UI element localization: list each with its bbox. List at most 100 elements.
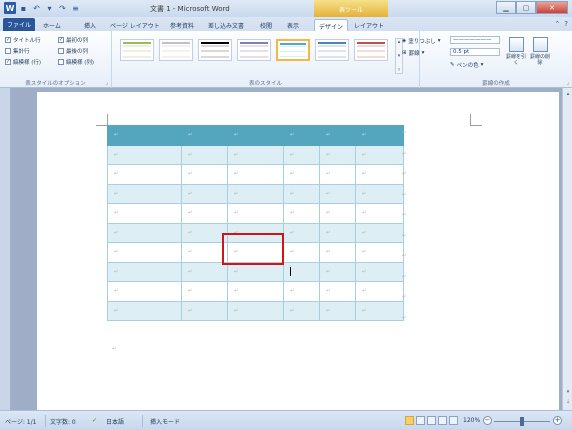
zoom-out-icon[interactable]: −	[483, 416, 492, 425]
table-cell[interactable]: ↵	[283, 222, 320, 243]
table-cell[interactable]: ↵	[355, 281, 404, 302]
scroll-down-icon[interactable]: ▾	[564, 388, 572, 396]
table-cell[interactable]: ↵	[319, 281, 356, 302]
undo-icon[interactable]: ↶	[31, 3, 42, 14]
tab-file[interactable]: ファイル	[3, 18, 36, 31]
dialog-launcher-icon[interactable]: ⌟	[567, 80, 569, 86]
help-icon[interactable]: ?	[564, 20, 568, 28]
table-cell[interactable]: ↵	[319, 222, 356, 243]
zoom-in-icon[interactable]: +	[553, 416, 562, 425]
table-cell[interactable]: ↵	[107, 261, 182, 282]
table-cell[interactable]: ↵	[283, 125, 320, 146]
table-cell[interactable]: ↵	[355, 300, 404, 321]
table-cell[interactable]: ↵	[319, 242, 356, 263]
web-layout-view-icon[interactable]	[427, 416, 436, 425]
table-cell[interactable]: ↵	[107, 203, 182, 224]
option-last-column[interactable]: 最後の列	[58, 47, 88, 55]
table-cell[interactable]: ↵	[319, 300, 356, 321]
table-cell[interactable]: ↵	[355, 125, 404, 146]
status-word-count[interactable]: 文字数: 0	[50, 417, 76, 426]
full-screen-view-icon[interactable]	[416, 416, 425, 425]
minimize-ribbon-icon[interactable]: ⌃	[554, 20, 560, 28]
outline-view-icon[interactable]	[438, 416, 447, 425]
table-cell[interactable]: ↵	[227, 203, 284, 224]
table-style-thumbnail[interactable]	[354, 39, 388, 61]
table-style-thumbnail[interactable]	[120, 39, 154, 61]
tab-page-layout[interactable]: ページ レイアウト	[106, 19, 164, 31]
scroll-up-icon[interactable]: ▴	[564, 90, 572, 98]
draw-table-button[interactable]: 罫線を引く	[506, 37, 526, 66]
table-cell[interactable]: ↵	[107, 183, 182, 204]
table-cell[interactable]: ↵	[181, 144, 228, 165]
zoom-level[interactable]: 120%	[463, 417, 480, 424]
table-cell[interactable]: ↵	[319, 164, 356, 185]
table-cell[interactable]: ↵	[227, 144, 284, 165]
table-cell[interactable]: ↵	[283, 281, 320, 302]
dialog-launcher-icon[interactable]: ⌟	[106, 80, 108, 86]
table-cell[interactable]: ↵	[355, 183, 404, 204]
table-cell[interactable]: ↵	[355, 222, 404, 243]
table-cell[interactable]: ↵	[107, 242, 182, 263]
table-cell[interactable]: ↵	[319, 183, 356, 204]
save-icon[interactable]: ▪	[18, 3, 29, 14]
gallery-up-icon[interactable]: ▴	[398, 39, 401, 45]
table-cell[interactable]: ↵	[355, 203, 404, 224]
table-cell[interactable]: ↵	[355, 261, 404, 282]
table-cell[interactable]: ↵	[181, 300, 228, 321]
option-first-column[interactable]: ✓ 最初の列	[58, 36, 88, 44]
table-cell[interactable]: ↵	[181, 281, 228, 302]
option-banded-rows[interactable]: ✓ 縞模様 (行)	[5, 58, 41, 66]
table-style-thumbnail[interactable]	[276, 39, 310, 61]
table-cell[interactable]: ↵	[283, 300, 320, 321]
table-cell[interactable]: ↵	[107, 300, 182, 321]
table-cell[interactable]: ↵	[181, 183, 228, 204]
table-cell[interactable]: ↵	[283, 164, 320, 185]
document-table[interactable]: ↵ ↵ ↵ ↵ ↵ ↵ ↵ ↵ ↵ ↵ ↵ ↵ ↵ ↵ ↵ ↵ ↵ ↵ ↵ ↵ ↵ ↵ ↵ ↵ ↵ ↵ ↵ ↵ ↵ ↵ ↵ ↵ ↵ ↵ ↵ ↵ ↵ ↵ ↵ ↵…	[107, 125, 404, 321]
tab-insert[interactable]: 挿入	[80, 19, 100, 31]
table-cell[interactable]	[283, 261, 320, 282]
table-cell[interactable]: ↵	[319, 125, 356, 146]
table-cell[interactable]: ↵	[107, 164, 182, 185]
table-cell[interactable]: ↵	[227, 164, 284, 185]
minimize-icon[interactable]: ▁	[496, 1, 516, 14]
table-cell[interactable]: ↵	[227, 183, 284, 204]
gallery-more-icon[interactable]: ▿	[398, 67, 401, 73]
table-cell[interactable]: ↵	[283, 242, 320, 263]
table-cell[interactable]: ↵	[107, 144, 182, 165]
redo-icon[interactable]: ↷	[57, 3, 68, 14]
status-insert-mode[interactable]: 挿入モード	[150, 417, 180, 426]
table-cell[interactable]: ↵	[227, 281, 284, 302]
table-cell[interactable]: ↵	[355, 242, 404, 263]
table-cell[interactable]: ↵	[181, 164, 228, 185]
word-app-icon[interactable]: W	[4, 2, 16, 14]
tab-references[interactable]: 参考資料	[166, 19, 198, 31]
table-style-thumbnail[interactable]	[159, 39, 193, 61]
draft-view-icon[interactable]	[449, 416, 458, 425]
proofing-icon[interactable]: ✓	[92, 417, 97, 424]
option-banded-columns[interactable]: 縞模様 (列)	[58, 58, 94, 66]
table-cell[interactable]: ↵	[319, 203, 356, 224]
maximize-icon[interactable]: ▢	[516, 1, 536, 14]
tab-review[interactable]: 校閲	[256, 19, 276, 31]
status-page[interactable]: ページ: 1/1	[5, 417, 36, 426]
table-cell[interactable]: ↵	[181, 242, 228, 263]
undo-dropdown-icon[interactable]: ▾	[44, 3, 55, 14]
pen-color-button[interactable]: ✎ ペンの色 ▾	[450, 61, 483, 69]
next-page-icon[interactable]: ⇣	[564, 398, 572, 406]
eraser-button[interactable]: 罫線の削除	[530, 37, 550, 66]
table-cell[interactable]: ↵	[181, 203, 228, 224]
tab-home[interactable]: ホーム	[39, 19, 65, 31]
gallery-down-icon[interactable]: ▾	[398, 53, 401, 59]
tab-view[interactable]: 表示	[283, 19, 303, 31]
table-style-thumbnail[interactable]	[198, 39, 232, 61]
pen-style-select[interactable]: ———————	[450, 36, 500, 44]
pen-weight-select[interactable]: 0.5 pt	[450, 48, 500, 56]
tab-mailings[interactable]: 差し込み文書	[204, 19, 248, 31]
customize-qat-icon[interactable]: ≡	[70, 3, 81, 14]
table-cell[interactable]: ↵	[181, 125, 228, 146]
tab-layout[interactable]: レイアウト	[350, 19, 388, 31]
table-cell[interactable]: ↵	[283, 203, 320, 224]
table-cell[interactable]: ↵	[283, 144, 320, 165]
table-cell[interactable]: ↵	[227, 125, 284, 146]
table-cell[interactable]: ↵	[181, 261, 228, 282]
